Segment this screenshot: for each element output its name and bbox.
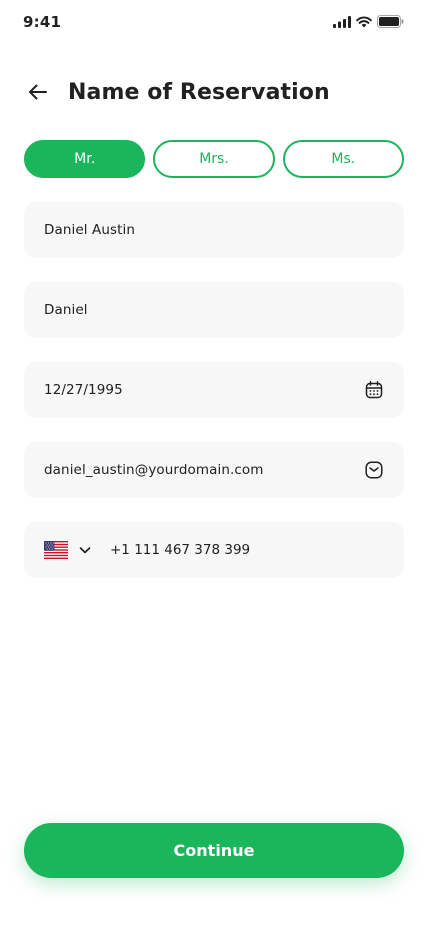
message-icon [365,461,383,479]
page-header: Name of Reservation [24,72,404,112]
title-option-ms[interactable]: Ms. [282,140,404,178]
chevron-down-icon [79,547,91,554]
wifi-icon [356,15,372,27]
nickname-field[interactable]: Daniel [24,282,404,338]
calendar-icon [365,381,383,399]
status-icons [333,15,404,28]
status-bar: 9:41 [0,0,428,44]
email-icon-wrap [364,460,384,480]
email-value: daniel_austin@yourdomain.com [44,462,264,478]
title-selector: Mr. Mrs. Ms. [24,140,404,178]
full-name-value: Daniel Austin [44,222,136,238]
email-field[interactable]: daniel_austin@yourdomain.com [24,442,404,498]
cellular-signal-icon [333,15,351,28]
date-of-birth-value: 12/27/1995 [44,382,123,398]
status-time: 9:41 [23,13,62,31]
us-flag-icon [44,541,68,559]
calendar-button[interactable] [364,380,384,400]
continue-button[interactable]: Continue [24,823,404,878]
phone-field: +1 111 467 378 399 [24,522,404,578]
back-button[interactable] [24,78,52,106]
country-code-selector[interactable] [44,541,92,559]
battery-icon [377,15,404,28]
arrow-left-icon [29,84,47,100]
date-of-birth-field[interactable]: 12/27/1995 [24,362,404,418]
title-option-mrs[interactable]: Mrs. [153,140,275,178]
phone-number-input[interactable]: +1 111 467 378 399 [110,542,250,558]
page-title: Name of Reservation [68,79,330,105]
full-name-field[interactable]: Daniel Austin [24,202,404,258]
nickname-value: Daniel [44,302,88,318]
title-option-mr[interactable]: Mr. [24,140,146,178]
